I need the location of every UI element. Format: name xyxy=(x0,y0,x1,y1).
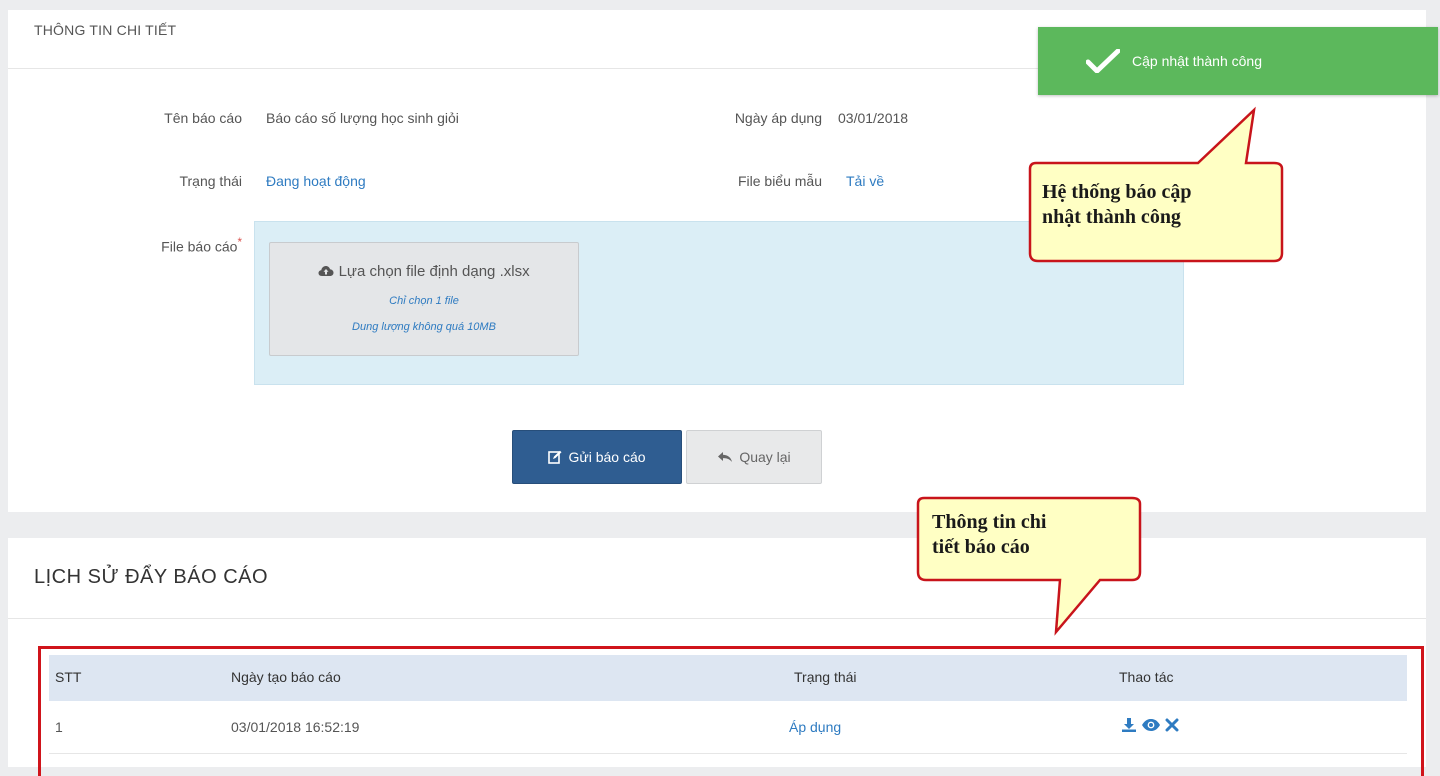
table-callout-line: Thông tin chi xyxy=(932,511,1047,533)
cloud-upload-icon xyxy=(318,266,334,276)
detail-title: THÔNG TIN CHI TIẾT xyxy=(34,22,177,38)
report-name-value: Báo cáo số lượng học sinh giỏi xyxy=(266,110,459,126)
upload-format-text: Lựa chọn file định dạng .xlsx xyxy=(338,263,530,280)
upload-main-text: Lựa chọn file định dạng .xlsx xyxy=(270,263,578,280)
history-divider xyxy=(8,618,1426,619)
send-report-label: Gửi báo cáo xyxy=(568,449,646,465)
col-status: Trạng thái xyxy=(794,669,857,685)
toast-callout-line: Hệ thống báo cập xyxy=(1042,181,1192,203)
table-header: STT Ngày tạo báo cáo Trạng thái Thao tác xyxy=(49,655,1407,701)
template-label: File biểu mẫu xyxy=(737,173,822,189)
back-button[interactable]: Quay lại xyxy=(686,430,822,484)
toast-message: Cập nhật thành công xyxy=(1132,53,1262,69)
upload-hint-count: Chỉ chọn 1 file xyxy=(389,295,459,307)
report-file-label-text: File báo cáo xyxy=(161,238,238,255)
history-panel: LỊCH SỬ ĐẨY BÁO CÁO STT Ngày tạo báo cáo… xyxy=(8,538,1426,776)
history-table-highlight: STT Ngày tạo báo cáo Trạng thái Thao tác… xyxy=(38,646,1424,776)
toast-callout-text: Hệ thống báo cập nhật thành công xyxy=(1042,180,1191,230)
cell-created: 03/01/2018 16:52:19 xyxy=(231,719,360,735)
row-actions xyxy=(1121,717,1179,733)
status-label: Trạng thái xyxy=(179,173,242,189)
table-row: 1 03/01/2018 16:52:19 Áp dụng xyxy=(49,701,1407,754)
upload-hint-size: Dung lượng không quá 10MB xyxy=(352,321,496,333)
col-actions: Thao tác xyxy=(1119,669,1174,685)
toast-callout-line: nhật thành công xyxy=(1042,206,1181,228)
file-picker-button[interactable]: Lựa chọn file định dạng .xlsx Chỉ chọn 1… xyxy=(269,242,579,356)
reply-icon xyxy=(718,452,733,462)
send-report-button[interactable]: Gửi báo cáo xyxy=(512,430,682,484)
upload-drop-zone[interactable]: Lựa chọn file định dạng .xlsx Chỉ chọn 1… xyxy=(254,221,1184,385)
table-callout-text: Thông tin chi tiết báo cáo xyxy=(932,510,1046,560)
col-created: Ngày tạo báo cáo xyxy=(231,669,341,685)
apply-date-value: 03/01/2018 xyxy=(838,110,909,126)
edit-icon xyxy=(548,450,562,464)
delete-icon[interactable] xyxy=(1165,718,1179,732)
status-value: Đang hoạt động xyxy=(266,173,366,189)
report-name-label: Tên báo cáo xyxy=(164,110,242,126)
template-download-link[interactable]: Tải về xyxy=(846,173,884,189)
success-toast[interactable]: Cập nhật thành công xyxy=(1038,27,1438,95)
back-label: Quay lại xyxy=(739,449,791,465)
cell-stt: 1 xyxy=(55,719,63,735)
cell-status[interactable]: Áp dụng xyxy=(789,719,841,735)
report-file-label: File báo cáo* xyxy=(161,236,242,255)
col-stt: STT xyxy=(55,669,82,685)
download-icon[interactable] xyxy=(1121,717,1137,733)
eye-icon[interactable] xyxy=(1141,718,1161,732)
table-callout-line: tiết báo cáo xyxy=(932,536,1030,558)
apply-date-label: Ngày áp dụng xyxy=(734,110,822,126)
required-mark: * xyxy=(237,236,242,249)
check-icon xyxy=(1086,49,1120,73)
history-title: LỊCH SỬ ĐẨY BÁO CÁO xyxy=(34,566,269,588)
